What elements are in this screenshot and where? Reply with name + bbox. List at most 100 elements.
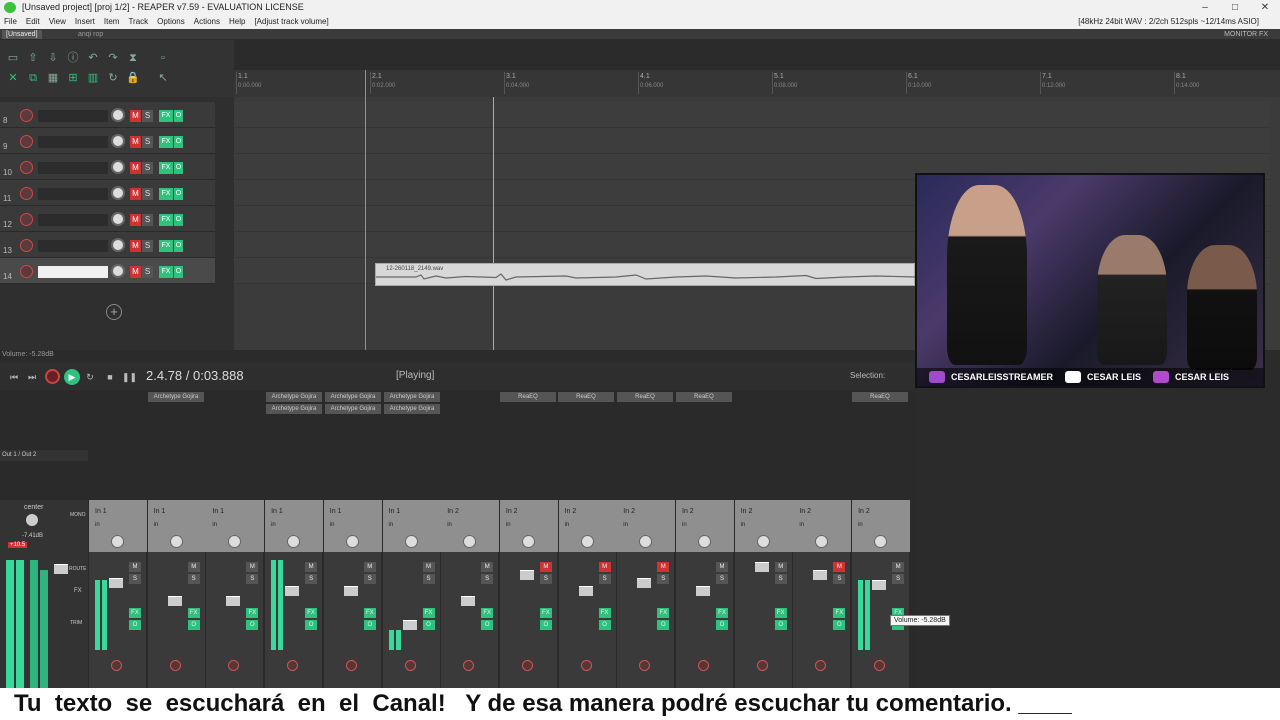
strip-fx-button[interactable]: FX xyxy=(187,608,200,618)
open-project-icon[interactable]: ⇧ xyxy=(26,52,40,64)
strip-solo-button[interactable]: S xyxy=(422,574,435,584)
mute-button[interactable]: M xyxy=(130,110,141,122)
record-button[interactable] xyxy=(45,369,60,384)
fx-bypass-button[interactable]: O xyxy=(174,136,183,148)
strip-solo-button[interactable]: S xyxy=(363,574,376,584)
record-arm-button[interactable] xyxy=(20,265,33,278)
strip-fx-bypass-button[interactable]: O xyxy=(422,620,435,630)
track-name-field[interactable] xyxy=(38,136,108,148)
time-display[interactable]: 2.4.78 / 0:03.888 xyxy=(146,368,244,383)
fx-slot[interactable]: ReaEQ xyxy=(558,392,614,402)
volume-fader[interactable] xyxy=(167,596,182,606)
track-row[interactable]: 8 M S FX O xyxy=(0,102,215,128)
pan-knob[interactable] xyxy=(756,535,770,548)
strip-solo-button[interactable]: S xyxy=(892,574,905,584)
strip-input-label[interactable]: In 2 xyxy=(447,508,459,515)
strip-mute-button[interactable]: M xyxy=(598,562,611,572)
pan-knob[interactable] xyxy=(463,535,477,548)
pan-knob[interactable] xyxy=(111,535,124,548)
strip-solo-button[interactable]: S xyxy=(539,574,552,584)
volume-knob[interactable] xyxy=(111,134,125,148)
strip-record-arm[interactable] xyxy=(345,660,357,671)
master-fx[interactable]: FX xyxy=(74,588,82,594)
strip-input-label[interactable]: In 2 xyxy=(682,508,694,515)
fx-button[interactable]: FX xyxy=(159,240,173,252)
strip-fx-bypass-button[interactable]: O xyxy=(833,620,846,630)
fx-slot[interactable]: ReaEQ xyxy=(500,392,556,402)
menu-view[interactable]: View xyxy=(49,15,66,29)
solo-button[interactable]: S xyxy=(142,110,153,122)
metronome-icon[interactable]: ⧗ xyxy=(126,52,140,64)
strip-fx-bypass-button[interactable]: O xyxy=(539,620,552,630)
pan-knob[interactable] xyxy=(639,535,653,548)
pan-knob[interactable] xyxy=(345,535,359,548)
pan-knob[interactable] xyxy=(698,535,711,548)
volume-fader[interactable] xyxy=(285,586,300,596)
strip-mute-button[interactable]: M xyxy=(716,562,728,572)
fx-slot[interactable]: ReaEQ xyxy=(617,392,673,402)
strip-mute-button[interactable]: M xyxy=(657,562,670,572)
fx-slot[interactable]: Archetype Gojira xyxy=(384,404,440,414)
fx-button[interactable]: FX xyxy=(159,266,173,278)
pan-knob[interactable] xyxy=(580,535,594,548)
menu-edit[interactable]: Edit xyxy=(26,15,40,29)
strip-fx-bypass-button[interactable]: O xyxy=(481,620,494,630)
volume-knob[interactable] xyxy=(111,238,125,252)
strip-record-arm[interactable] xyxy=(698,660,709,671)
envelope-points-icon[interactable]: ▥ xyxy=(86,72,100,84)
solo-button[interactable]: S xyxy=(142,266,153,278)
snap-icon[interactable]: ▦ xyxy=(46,72,60,84)
strip-mute-button[interactable]: M xyxy=(833,562,846,572)
strip-input-label[interactable]: In 2 xyxy=(506,508,518,515)
record-arm-button[interactable] xyxy=(20,187,33,200)
volume-knob[interactable] xyxy=(111,108,125,122)
strip-solo-button[interactable]: S xyxy=(716,574,728,584)
media-item[interactable]: 12-260118_2149.wav xyxy=(375,263,916,286)
track-row[interactable]: 10 M S FX O xyxy=(0,154,215,180)
strip-input-label[interactable]: In 1 xyxy=(330,508,342,515)
strip-mute-button[interactable]: M xyxy=(422,562,435,572)
strip-fx-button[interactable]: FX xyxy=(539,608,552,618)
solo-button[interactable]: S xyxy=(142,162,153,174)
volume-fader[interactable] xyxy=(402,620,417,630)
strip-record-arm[interactable] xyxy=(815,660,827,671)
timeline-ruler[interactable]: 1.1 0:00.000 2.1 0:02.000 3.1 0:04.000 4.1 0:06… xyxy=(234,70,1280,97)
track-lane[interactable] xyxy=(234,102,1270,128)
strip-fx-bypass-button[interactable]: O xyxy=(363,620,376,630)
pan-knob[interactable] xyxy=(228,535,242,548)
track-row[interactable]: 12 M S FX O xyxy=(0,206,215,232)
strip-fx-bypass-button[interactable]: O xyxy=(598,620,611,630)
save-project-icon[interactable]: ⇩ xyxy=(46,52,60,64)
strip-fx-button[interactable]: FX xyxy=(481,608,494,618)
mute-button[interactable]: M xyxy=(130,214,141,226)
strip-mute-button[interactable]: M xyxy=(539,562,552,572)
strip-input-label[interactable]: In 1 xyxy=(389,508,401,515)
strip-record-arm[interactable] xyxy=(874,660,886,671)
strip-record-arm[interactable] xyxy=(228,660,240,671)
track-row[interactable]: 13 M S FX O xyxy=(0,232,215,258)
strip-solo-button[interactable]: S xyxy=(129,574,141,584)
strip-fx-button[interactable]: FX xyxy=(716,608,728,618)
strip-fx-bypass-button[interactable]: O xyxy=(716,620,728,630)
menu-file[interactable]: File xyxy=(4,15,17,29)
strip-record-arm[interactable] xyxy=(521,660,533,671)
strip-record-arm[interactable] xyxy=(463,660,475,671)
pan-knob[interactable] xyxy=(815,535,829,548)
strip-input-label[interactable]: In 2 xyxy=(623,508,635,515)
menu-help[interactable]: Help xyxy=(229,15,245,29)
fx-button[interactable]: FX xyxy=(159,110,173,122)
project-settings-icon[interactable]: ⓘ xyxy=(66,52,80,64)
track-row[interactable]: 14 M S FX O xyxy=(0,258,215,284)
strip-mute-button[interactable]: M xyxy=(481,562,494,572)
track-name-field[interactable] xyxy=(38,188,108,200)
strip-input-label[interactable]: In 2 xyxy=(565,508,577,515)
loop-icon[interactable]: ↻ xyxy=(106,72,120,84)
play-button[interactable]: ▶ xyxy=(64,369,80,385)
pause-button[interactable]: ❚❚ xyxy=(122,371,137,383)
master-output-label[interactable]: Out 1 / Out 2 xyxy=(0,450,88,461)
fx-button[interactable]: FX xyxy=(159,214,173,226)
fx-slot[interactable]: Archetype Gojira xyxy=(266,392,322,402)
auto-crossfade-icon[interactable]: ⊞ xyxy=(66,72,80,84)
strip-input-label[interactable]: In 1 xyxy=(95,508,107,515)
fx-slot[interactable]: Archetype Gojira xyxy=(325,392,381,402)
